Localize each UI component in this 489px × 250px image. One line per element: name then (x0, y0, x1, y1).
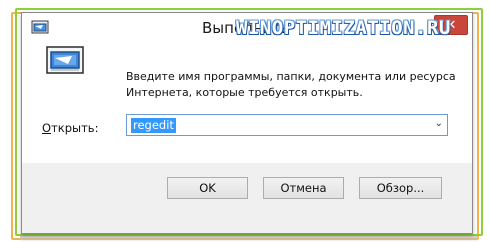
browse-button[interactable]: Обзор... (359, 177, 442, 199)
command-input-value[interactable]: regedit (131, 118, 176, 133)
open-label-accelerator: О (42, 121, 52, 135)
page-curl-shadow (20, 236, 478, 242)
cancel-button[interactable]: Отмена (263, 177, 344, 199)
run-app-icon (31, 20, 49, 34)
dialog-description: Введите имя программы, папки, документа … (126, 70, 456, 99)
dialog-body (22, 43, 472, 163)
chevron-down-icon[interactable]: ⌄ (435, 118, 443, 129)
run-dialog-window: Выполнить ✕ Введите имя программы, папки… (21, 12, 473, 234)
run-program-icon (46, 46, 84, 74)
command-combobox[interactable]: regedit ⌄ (126, 114, 448, 136)
open-label: Открыть: (42, 121, 98, 135)
ok-button[interactable]: OK (167, 177, 248, 199)
watermark-logo: WINOPTIMIZATION.RU (236, 17, 451, 39)
open-label-text: ткрыть: (51, 121, 99, 135)
